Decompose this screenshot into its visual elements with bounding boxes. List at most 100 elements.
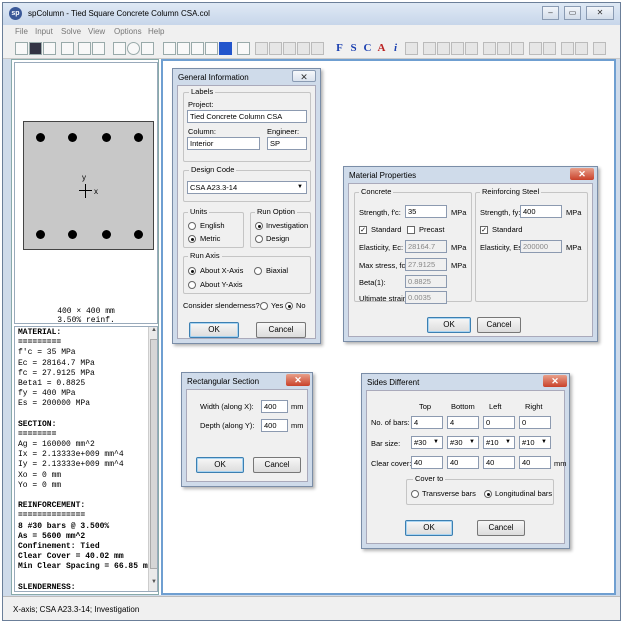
steel-standard-checkbox[interactable]: ✓ — [480, 226, 488, 234]
concrete-standard-checkbox[interactable]: ✓ — [359, 226, 367, 234]
toolbar-letter-i[interactable]: i — [389, 42, 402, 55]
sides-different-cancel-button[interactable]: Cancel — [477, 520, 525, 536]
bars-sides-different-icon[interactable] — [177, 42, 190, 55]
project-input[interactable]: Tied Concrete Column CSA — [187, 110, 307, 123]
toolbar-letter-f[interactable]: F — [333, 42, 346, 55]
menu-file[interactable]: File — [15, 27, 28, 36]
scroll-down-icon[interactable]: ▼ — [150, 579, 157, 589]
solve-icon[interactable] — [219, 42, 232, 55]
nbars-left-input[interactable]: 0 — [483, 416, 515, 429]
menu-options[interactable]: Options — [114, 27, 142, 36]
run-design-radio[interactable] — [255, 235, 263, 243]
pan-icon[interactable] — [465, 42, 478, 55]
bars-all-sides-icon[interactable] — [163, 42, 176, 55]
results-scrollbar[interactable]: ▲ ▼ — [148, 327, 157, 591]
units-english-radio[interactable] — [188, 222, 196, 230]
slenderness-no-radio[interactable] — [285, 302, 293, 310]
sides-different-ok-button[interactable]: OK — [405, 520, 453, 536]
chevron-down-icon[interactable]: ▼ — [503, 438, 513, 447]
diagram-pm-icon[interactable] — [483, 42, 496, 55]
axis-y-radio[interactable] — [188, 281, 196, 289]
view-report-icon[interactable] — [92, 42, 105, 55]
sides-different-close-button[interactable]: ✕ — [543, 375, 567, 387]
snap-icon[interactable] — [543, 42, 556, 55]
max-stress-input[interactable]: 27.9125 — [405, 258, 447, 271]
elasticity-ec-input[interactable]: 28164.7 — [405, 240, 447, 253]
color-icon[interactable] — [561, 42, 574, 55]
nbars-right-input[interactable]: 0 — [519, 416, 551, 429]
width-input[interactable]: 400 — [261, 400, 288, 413]
barsize-left-select[interactable]: #10 ▼ — [483, 436, 515, 449]
reduction-factors-icon[interactable] — [237, 42, 250, 55]
run-investigation-radio[interactable] — [255, 222, 263, 230]
design-code-select[interactable]: CSA A23.3-14 ▼ — [187, 181, 307, 194]
help-icon[interactable] — [593, 42, 606, 55]
depth-input[interactable]: 400 — [261, 419, 288, 432]
rectangle-section-icon[interactable] — [113, 42, 126, 55]
zoom-in-icon[interactable] — [405, 42, 418, 55]
save-icon[interactable] — [29, 42, 42, 55]
toolbar-letter-a[interactable]: A — [375, 42, 388, 55]
general-info-close-button[interactable]: ✕ — [292, 70, 316, 82]
rect-section-cancel-button[interactable]: Cancel — [253, 457, 301, 473]
print-icon[interactable] — [61, 42, 74, 55]
menu-help[interactable]: Help — [148, 27, 164, 36]
barsize-right-select[interactable]: #10 ▼ — [519, 436, 551, 449]
zoom-extents-icon[interactable] — [451, 42, 464, 55]
new-file-icon[interactable] — [15, 42, 28, 55]
rect-section-close-button[interactable]: ✕ — [286, 374, 310, 386]
general-info-ok-button[interactable]: OK — [189, 322, 239, 338]
bars-irregular-icon[interactable] — [191, 42, 204, 55]
design-criteria-icon[interactable] — [205, 42, 218, 55]
section-view[interactable]: y x 400 × 400 mm 3.50% reinf. — [14, 62, 158, 325]
general-info-cancel-button[interactable]: Cancel — [256, 322, 306, 338]
export-icon[interactable] — [43, 42, 56, 55]
maximize-button[interactable]: ▭ — [564, 6, 581, 20]
precast-checkbox[interactable] — [407, 226, 415, 234]
axis-x-radio[interactable] — [188, 267, 196, 275]
loads-service-icon[interactable] — [269, 42, 282, 55]
zoom-out-icon[interactable] — [423, 42, 436, 55]
report-icon[interactable] — [78, 42, 91, 55]
toolbar-letter-s[interactable]: S — [347, 42, 360, 55]
menu-input[interactable]: Input — [35, 27, 53, 36]
chevron-down-icon[interactable]: ▼ — [539, 438, 549, 447]
chevron-down-icon[interactable]: ▼ — [467, 438, 477, 447]
barsize-top-select[interactable]: #30 ▼ — [411, 436, 443, 449]
strength-fc-input[interactable]: 35 — [405, 205, 447, 218]
barsize-bottom-select[interactable]: #30 ▼ — [447, 436, 479, 449]
loads-slender-icon[interactable] — [311, 42, 324, 55]
scroll-thumb[interactable] — [150, 339, 157, 569]
rect-section-ok-button[interactable]: OK — [196, 457, 244, 473]
results-panel[interactable]: MATERIAL: ========= f'c = 35 MPa Ec = 28164… — [14, 326, 158, 592]
menu-view[interactable]: View — [88, 27, 105, 36]
strength-fy-input[interactable]: 400 — [520, 205, 562, 218]
cover-top-input[interactable]: 40 — [411, 456, 443, 469]
material-props-close-button[interactable]: ✕ — [570, 168, 594, 180]
nbars-top-input[interactable]: 4 — [411, 416, 443, 429]
circular-section-icon[interactable] — [127, 42, 140, 55]
column-input[interactable]: Interior — [187, 137, 260, 150]
options-icon[interactable] — [575, 42, 588, 55]
ultimate-strain-input[interactable]: 0.0035 — [405, 291, 447, 304]
menu-solve[interactable]: Solve — [61, 27, 81, 36]
transverse-bars-radio[interactable] — [411, 490, 419, 498]
loads-factored-icon[interactable] — [255, 42, 268, 55]
minimize-button[interactable]: – — [542, 6, 559, 20]
cover-bottom-input[interactable]: 40 — [447, 456, 479, 469]
cover-right-input[interactable]: 40 — [519, 456, 551, 469]
longitudinal-bars-radio[interactable] — [484, 490, 492, 498]
units-metric-radio[interactable] — [188, 235, 196, 243]
irregular-section-icon[interactable] — [141, 42, 154, 55]
diagram-mm-icon[interactable] — [497, 42, 510, 55]
zoom-window-icon[interactable] — [437, 42, 450, 55]
chevron-down-icon[interactable]: ▼ — [295, 183, 305, 192]
elasticity-es-input[interactable]: 200000 — [520, 240, 562, 253]
material-props-cancel-button[interactable]: Cancel — [477, 317, 521, 333]
material-props-ok-button[interactable]: OK — [427, 317, 471, 333]
axis-biaxial-radio[interactable] — [254, 267, 262, 275]
beta1-input[interactable]: 0.8825 — [405, 275, 447, 288]
loads-axial-icon[interactable] — [283, 42, 296, 55]
grid-icon[interactable] — [529, 42, 542, 55]
diagram-3d-icon[interactable] — [511, 42, 524, 55]
